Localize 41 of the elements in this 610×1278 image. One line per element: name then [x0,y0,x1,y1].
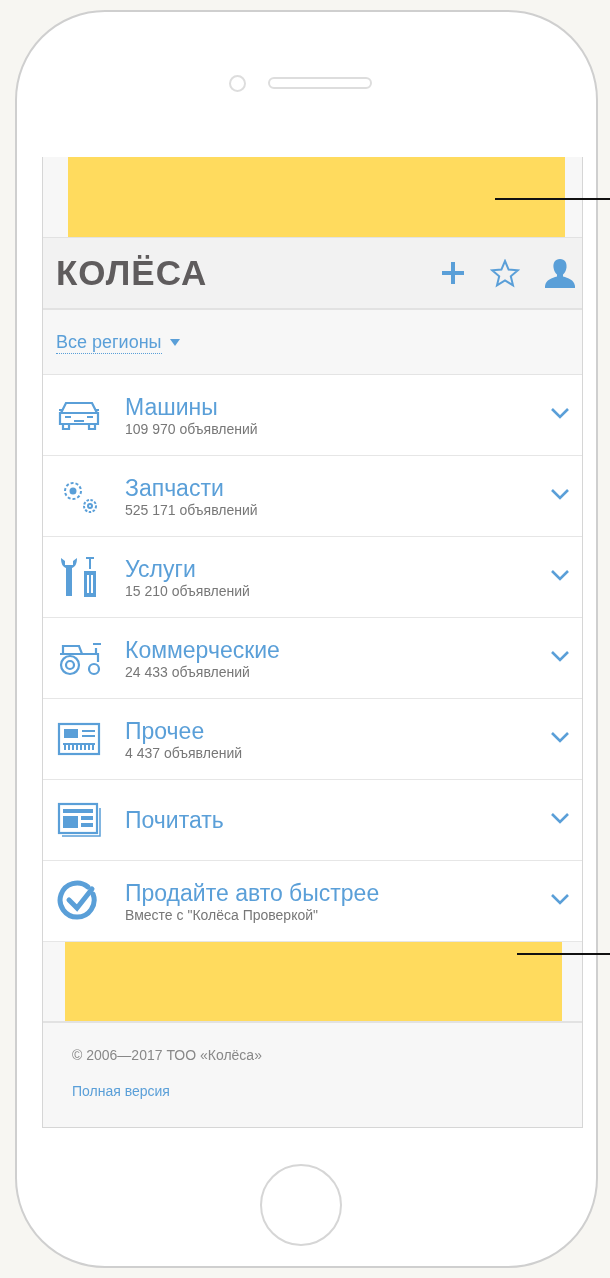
home-button[interactable] [259,1164,342,1246]
full-version-link[interactable]: Полная версия [72,1083,582,1099]
category-title: Услуги [125,555,197,583]
region-dropdown[interactable]: Все регионы [56,330,162,354]
category-title: Почитать [125,806,225,834]
category-title: Продайте авто быстрее [125,879,381,907]
star-icon[interactable] [490,258,520,288]
check-circle-icon [57,880,99,922]
category-item[interactable]: Запчасти 525 171 объявлений [43,456,582,537]
category-title: Машины [125,393,219,421]
chevron-icon [550,569,570,581]
category-item[interactable]: Продайте авто быстрее Вместе с "Колёса Проверкой" [43,861,582,942]
chevron-icon [550,812,570,824]
category-item[interactable]: Услуги 15 210 объявлений [43,537,582,618]
billboard-icon [57,722,101,756]
category-title: Прочее [125,717,206,745]
user-icon[interactable] [544,258,576,288]
chevron-icon [550,893,570,905]
logo[interactable]: КОЛЁСА [56,253,208,293]
category-subtitle: 525 171 объявлений [125,501,259,518]
category-subtitle: 15 210 объявлений [125,582,251,599]
add-icon[interactable] [440,260,466,286]
copyright-text: © 2006—2017 ТОО «Колёса» [72,1047,263,1063]
category-subtitle: Вместе с "Колёса Проверкой" [125,906,319,923]
category-title: Запчасти [125,474,225,502]
car-icon [57,399,101,431]
category-item[interactable]: Коммерческие 24 433 объявлений [43,618,582,699]
chevron-icon [550,488,570,500]
chevron-icon [550,731,570,743]
camera-dot [229,74,246,92]
category-subtitle: 4 437 объявлений [125,744,244,761]
category-subtitle: 24 433 объявлений [125,663,251,680]
chevron-icon [550,407,570,419]
category-item[interactable]: Прочее 4 437 объявлений [43,699,582,780]
category-subtitle: 109 970 объявлений [125,420,259,437]
dropdown-caret-icon [169,338,180,346]
chevron-icon [550,650,570,662]
newspaper-icon [57,802,101,838]
category-title: Коммерческие [125,636,281,664]
category-item[interactable]: Машины 109 970 объявлений [43,375,582,456]
category-item[interactable]: Почитать [43,780,582,861]
